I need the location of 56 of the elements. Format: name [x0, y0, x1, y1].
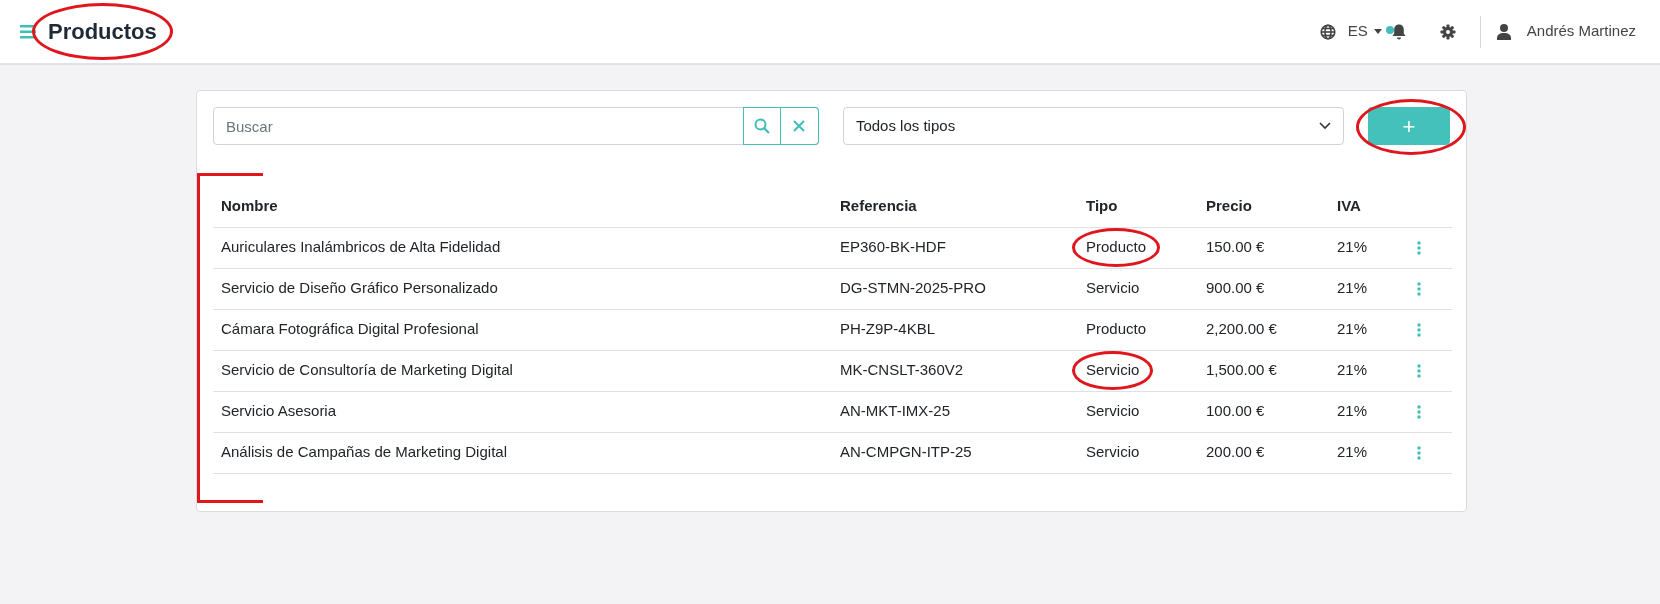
table-cell: DG-STMN-2025-PRO — [832, 268, 1078, 309]
table-cell: AN-MKT-IMX-25 — [832, 391, 1078, 432]
table-cell: Servicio de Consultoría de Marketing Digital — [213, 350, 832, 391]
table-cell: 21% — [1329, 391, 1409, 432]
table-cell: Producto — [1086, 238, 1147, 256]
search-icon[interactable] — [753, 118, 770, 134]
table-cell: 21% — [1329, 227, 1409, 268]
column-header: Precio — [1198, 185, 1329, 227]
globe-icon[interactable] — [1319, 23, 1336, 40]
table-cell: Análisis de Campañas de Marketing Digital — [213, 432, 832, 473]
user-icon[interactable] — [1496, 23, 1511, 40]
table-cell: 100.00 € — [1198, 391, 1329, 432]
user-name[interactable]: Andrés Martinez — [1526, 20, 1636, 43]
table-cell: EP360-BK-HDF — [832, 227, 1078, 268]
clear-button[interactable] — [780, 107, 819, 145]
close-icon[interactable] — [793, 120, 806, 132]
settings-icon[interactable] — [1439, 23, 1456, 40]
table-cell: MK-CNSLT-360V2 — [832, 350, 1078, 391]
table-cell: 21% — [1329, 350, 1409, 391]
more-options-icon[interactable] — [1417, 281, 1421, 296]
more-options-icon[interactable] — [1417, 322, 1421, 337]
table-cell: Producto — [1086, 320, 1147, 338]
table-cell: Auriculares Inalámbricos de Alta Fidelidad — [213, 227, 832, 268]
table-cell: 21% — [1329, 309, 1409, 350]
table-cell: 200.00 € — [1198, 432, 1329, 473]
table-cell: 2,200.00 € — [1198, 309, 1329, 350]
column-header: Tipo — [1078, 185, 1198, 227]
more-options-icon[interactable] — [1417, 445, 1421, 460]
table-cell: PH-Z9P-4KBL — [832, 309, 1078, 350]
table-cell: Servicio — [1086, 361, 1140, 379]
more-options-icon[interactable] — [1417, 363, 1421, 378]
column-header: Nombre — [213, 185, 832, 227]
table-cell: 900.00 € — [1198, 268, 1329, 309]
column-header: Referencia — [832, 185, 1078, 227]
bell-icon[interactable] — [1385, 22, 1408, 41]
type-dropdown[interactable]: Todos los tipos — [842, 107, 1344, 145]
more-options-icon[interactable] — [1417, 240, 1421, 255]
table-cell: 150.00 € — [1198, 227, 1329, 268]
table-cell: 1,500.00 € — [1198, 350, 1329, 391]
table-cell: Servicio Asesoria — [213, 391, 832, 432]
table-cell: Servicio de Diseño Gráfico Personalizado — [213, 268, 832, 309]
table-cell: AN-CMPGN-ITP-25 — [832, 432, 1078, 473]
table-cell: 21% — [1329, 268, 1409, 309]
table-cell: Servicio — [1086, 279, 1140, 297]
page-title: Productos — [47, 18, 158, 46]
table-cell: Servicio — [1086, 402, 1140, 420]
search-button[interactable] — [742, 107, 781, 145]
table-cell: 21% — [1329, 432, 1409, 473]
menu-icon[interactable] — [20, 24, 36, 39]
language-dropdown[interactable]: ES — [1347, 20, 1382, 43]
table-cell: Cámara Fotográfica Digital Profesional — [213, 309, 832, 350]
chevron-icon[interactable] — [1319, 122, 1331, 130]
more-options-icon[interactable] — [1417, 404, 1421, 419]
column-header: IVA — [1329, 185, 1409, 227]
table-cell: Servicio — [1086, 443, 1140, 461]
caret-icon[interactable] — [1373, 29, 1382, 34]
